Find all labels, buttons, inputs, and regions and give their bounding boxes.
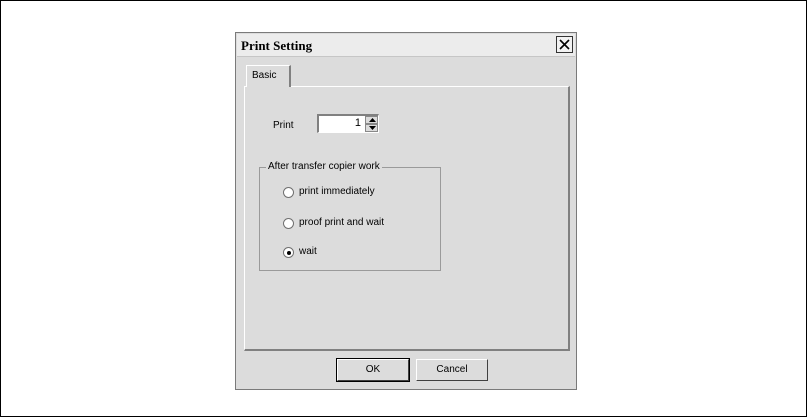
after-transfer-group-label: After transfer copier work [266, 161, 382, 172]
dialog-title: Print Setting [241, 38, 313, 53]
title-bar[interactable]: Print Setting [237, 34, 575, 57]
radio-button[interactable] [283, 218, 294, 229]
radio-button[interactable] [283, 247, 294, 258]
radio-label: print immediately [299, 186, 375, 197]
arrow-down-icon [369, 126, 376, 130]
print-copies-spinbox[interactable]: 1 [317, 114, 379, 133]
cancel-button[interactable]: Cancel [416, 359, 488, 381]
radio-button[interactable] [283, 187, 294, 198]
radio-selected-dot [287, 251, 291, 255]
spin-arrows [365, 116, 378, 132]
tab-basic[interactable]: Basic [246, 65, 291, 87]
radio-label: proof print and wait [299, 217, 385, 228]
close-button[interactable] [556, 36, 573, 53]
ok-button[interactable]: OK [336, 358, 410, 382]
radio-label: wait [299, 246, 317, 257]
print-copies-value[interactable]: 1 [355, 117, 361, 129]
spin-up-button[interactable] [365, 116, 378, 124]
arrow-up-icon [369, 118, 376, 122]
spin-down-button[interactable] [365, 124, 378, 132]
tab-basic-label: Basic [252, 70, 277, 81]
close-icon [559, 39, 570, 50]
print-label: Print [273, 120, 294, 131]
